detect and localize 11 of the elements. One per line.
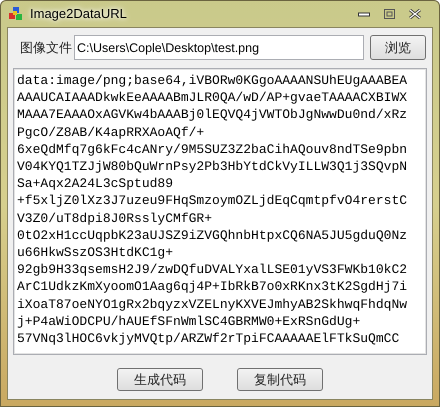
minimize-icon[interactable] — [358, 11, 370, 17]
maximize-icon[interactable] — [384, 9, 395, 19]
close-icon[interactable] — [409, 9, 421, 19]
generate-code-button[interactable]: 生成代码 — [117, 368, 203, 391]
app-icon — [8, 6, 24, 22]
copy-code-button[interactable]: 复制代码 — [237, 368, 323, 391]
output-text-area[interactable]: data:image/png;base64,iVBORw0KGgoAAAANSUhEUgAAABEA AAAUCAIAAADkwkEeAAAABmJLR0QA/wD/AP+gvaeTAAAACXBIWX MAAA7EAAAOxAGVKw4bAAABj0lEQVQ4jVWTObJgNwwDu0nd/xRz PgcO/Z8AB/K4apRRXAoAQf/+ 6xeQdMfq7g6kFc4cANry/9M5SUZ3Z2baCihAQouv8ndTSe9pbn V04KYQ1TZJjW80bQuWrnPsy2Pb3HbYtdCkVyILLW3Q1j3SQvpN Sa+Aqx2A24L3cSptud89 +f5xljZ0lXz3J7uzeu9FHqSmzoymOZLjdEqCqmtpfvO4rerstC V3Z0/uT8dpi8J0RsslyCMfGR+ 0tO2xH1ccUqpbK23aUJSZ9iZVGQhnbHtpxCQ6NA5JU5gduQ0Nz u66HkwSszOS3HtdKC1g+ 92gb9H33qsemsH2J9/zwDQfuDVALYxalLSE01yVS3FWKb10kC2 ArC1UdkzKmXyoomO1Aag6qj4P+IbRkB7o0xRKnx3tK2SgdHj7i iXoaT87oeNYO1gRx2bqyzxVZELnyKXVEJmhyAB2SkhwqFhdqNw j+P4aWiODCPU/hAUEfSFnWmlSC4GBRMW0+ExRSnGdUg+ 57VNq3lHOC6vkjyMVQtp/ARZWf2rTpiFCAAAAAElFTkSuQmCC — [13, 68, 427, 355]
window-title: Image2DataURL — [30, 5, 127, 24]
browse-button[interactable]: 浏览 — [370, 35, 426, 60]
file-path-field[interactable]: C:\Users\Cople\Desktop\test.png — [74, 35, 364, 60]
file-label: 图像文件 — [19, 38, 73, 57]
